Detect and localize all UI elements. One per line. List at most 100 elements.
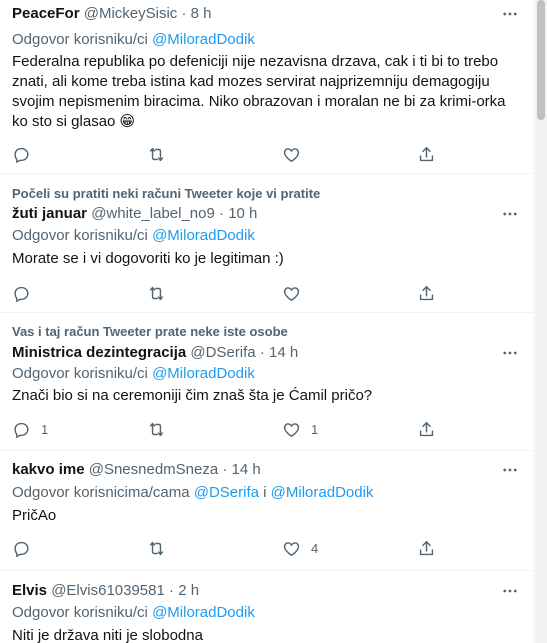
tweet-text: Znači bio si na ceremoniji čim znaš šta … bbox=[12, 387, 373, 404]
heart-icon bbox=[283, 541, 300, 556]
tweet-time[interactable]: 14 h bbox=[232, 461, 261, 478]
separator: · bbox=[259, 344, 265, 361]
author-name[interactable]: kakvo ime bbox=[12, 461, 85, 478]
scrollbar[interactable] bbox=[535, 0, 547, 643]
author-name[interactable]: žuti januar bbox=[12, 205, 87, 222]
share-upload-icon bbox=[419, 285, 434, 300]
retweet-icon bbox=[149, 147, 164, 161]
reply-bubble-icon bbox=[14, 147, 29, 163]
reply-count: 1 bbox=[41, 421, 49, 437]
retweet-icon bbox=[149, 286, 164, 300]
replying-to: Odgovor korisniku/ci @MiloradDodik bbox=[12, 603, 255, 623]
replying-to: Odgovor korisnicima/cama @DSerifa i @Mil… bbox=[12, 483, 373, 503]
tweet-feed: PeaceFor @MickeySisic · 8 h Odgovor kori… bbox=[0, 0, 534, 643]
tweet-time[interactable]: 10 h bbox=[228, 205, 257, 222]
tweet-actions bbox=[12, 143, 442, 165]
tweet[interactable]: Počeli su pratiti neki računi Tweeter ko… bbox=[0, 174, 533, 313]
separator: · bbox=[222, 461, 228, 478]
reply-prefix: Odgovor korisniku/ci bbox=[12, 365, 148, 382]
more-button[interactable] bbox=[500, 581, 520, 601]
more-horizontal-icon bbox=[503, 12, 517, 16]
reply-prefix: Odgovor korisniku/ci bbox=[12, 604, 148, 621]
reply-button[interactable] bbox=[12, 282, 41, 304]
replying-to: Odgovor korisniku/ci @MiloradDodik bbox=[12, 226, 255, 246]
like-button[interactable] bbox=[282, 143, 311, 165]
mention-link[interactable]: @MiloradDodik bbox=[152, 31, 255, 48]
tweet-time[interactable]: 14 h bbox=[269, 344, 298, 361]
share-button[interactable] bbox=[417, 282, 436, 304]
share-upload-icon bbox=[419, 421, 434, 436]
tweet-text: Federalna republika po defeniciji nije n… bbox=[12, 53, 506, 130]
mention-join: i bbox=[263, 484, 267, 501]
reply-prefix: Odgovor korisniku/ci bbox=[12, 227, 148, 244]
separator: · bbox=[219, 205, 225, 222]
tweet-header: Elvis @Elvis61039581 · 2 h bbox=[12, 581, 494, 601]
mention-link[interactable]: @MiloradDodik bbox=[152, 227, 255, 244]
tweet[interactable]: kakvo ime @SnesnedmSneza · 14 h Odgovor … bbox=[0, 451, 533, 571]
heart-icon bbox=[283, 422, 300, 437]
heart-icon bbox=[283, 286, 300, 301]
reply-button[interactable] bbox=[12, 537, 41, 559]
social-context: Vas i taj račun Tweeter prate neke iste … bbox=[12, 324, 288, 339]
like-button[interactable] bbox=[282, 282, 311, 304]
share-upload-icon bbox=[419, 146, 434, 161]
author-name[interactable]: Elvis bbox=[12, 582, 47, 599]
like-count: 4 bbox=[311, 540, 319, 556]
reply-prefix: Odgovor korisniku/ci bbox=[12, 31, 148, 48]
tweet-text: Niti je država niti je slobodna bbox=[12, 627, 203, 643]
author-handle[interactable]: @Elvis61039581 bbox=[51, 582, 165, 599]
share-button[interactable] bbox=[417, 143, 436, 165]
retweet-button[interactable] bbox=[147, 282, 166, 304]
share-upload-icon bbox=[419, 540, 434, 555]
author-name[interactable]: Ministrica dezintegracija bbox=[12, 344, 186, 361]
more-button[interactable] bbox=[500, 460, 520, 480]
tweet-time[interactable]: 8 h bbox=[191, 5, 212, 22]
tweet-header: žuti januar @white_label_no9 · 10 h bbox=[12, 204, 494, 224]
retweet-icon bbox=[149, 541, 164, 555]
author-handle[interactable]: @MickeySisic bbox=[84, 5, 178, 22]
author-handle[interactable]: @SnesnedmSneza bbox=[89, 461, 218, 478]
tweet[interactable]: PeaceFor @MickeySisic · 8 h Odgovor kori… bbox=[0, 0, 533, 174]
tweet-actions: 4 bbox=[12, 537, 442, 559]
author-name[interactable]: PeaceFor bbox=[12, 5, 80, 22]
share-button[interactable] bbox=[417, 537, 436, 559]
author-handle[interactable]: @white_label_no9 bbox=[91, 205, 215, 222]
retweet-button[interactable] bbox=[147, 418, 166, 440]
separator: · bbox=[181, 5, 187, 22]
tweet-text: Morate se i vi dogovoriti ko je legitima… bbox=[12, 250, 284, 267]
more-horizontal-icon bbox=[503, 589, 517, 593]
tweet-actions: 1 1 bbox=[12, 418, 442, 440]
separator: · bbox=[169, 582, 175, 599]
retweet-button[interactable] bbox=[147, 537, 166, 559]
tweet[interactable]: Elvis @Elvis61039581 · 2 h Odgovor koris… bbox=[0, 571, 533, 643]
more-horizontal-icon bbox=[503, 351, 517, 355]
more-button[interactable] bbox=[500, 343, 520, 363]
reply-bubble-icon bbox=[14, 422, 29, 438]
tweet-time[interactable]: 2 h bbox=[178, 582, 199, 599]
more-button[interactable] bbox=[500, 204, 520, 224]
share-button[interactable] bbox=[417, 418, 436, 440]
tweet-header: PeaceFor @MickeySisic · 8 h bbox=[12, 4, 494, 24]
replying-to: Odgovor korisniku/ci @MiloradDodik bbox=[12, 30, 255, 50]
retweet-button[interactable] bbox=[147, 143, 166, 165]
author-handle[interactable]: @DSerifa bbox=[190, 344, 255, 361]
tweet[interactable]: Vas i taj račun Tweeter prate neke iste … bbox=[0, 313, 533, 451]
like-button[interactable]: 4 bbox=[282, 537, 318, 559]
mention-link[interactable]: @DSerifa bbox=[194, 484, 259, 501]
more-horizontal-icon bbox=[503, 468, 517, 472]
retweet-icon bbox=[149, 422, 164, 436]
reply-button[interactable]: 1 bbox=[12, 418, 48, 440]
mention-link[interactable]: @MiloradDodik bbox=[152, 604, 255, 621]
scrollbar-thumb[interactable] bbox=[537, 0, 545, 120]
tweet-text: PričAo bbox=[12, 507, 57, 524]
tweet-actions bbox=[12, 282, 442, 304]
reply-bubble-icon bbox=[14, 541, 29, 557]
more-button[interactable] bbox=[500, 4, 520, 24]
mention-link[interactable]: @MiloradDodik bbox=[152, 365, 255, 382]
tweet-header: kakvo ime @SnesnedmSneza · 14 h bbox=[12, 460, 494, 480]
more-horizontal-icon bbox=[503, 212, 517, 216]
like-button[interactable]: 1 bbox=[282, 418, 318, 440]
reply-button[interactable] bbox=[12, 143, 41, 165]
mention-link[interactable]: @MiloradDodik bbox=[271, 484, 374, 501]
social-context: Počeli su pratiti neki računi Tweeter ko… bbox=[12, 186, 321, 201]
